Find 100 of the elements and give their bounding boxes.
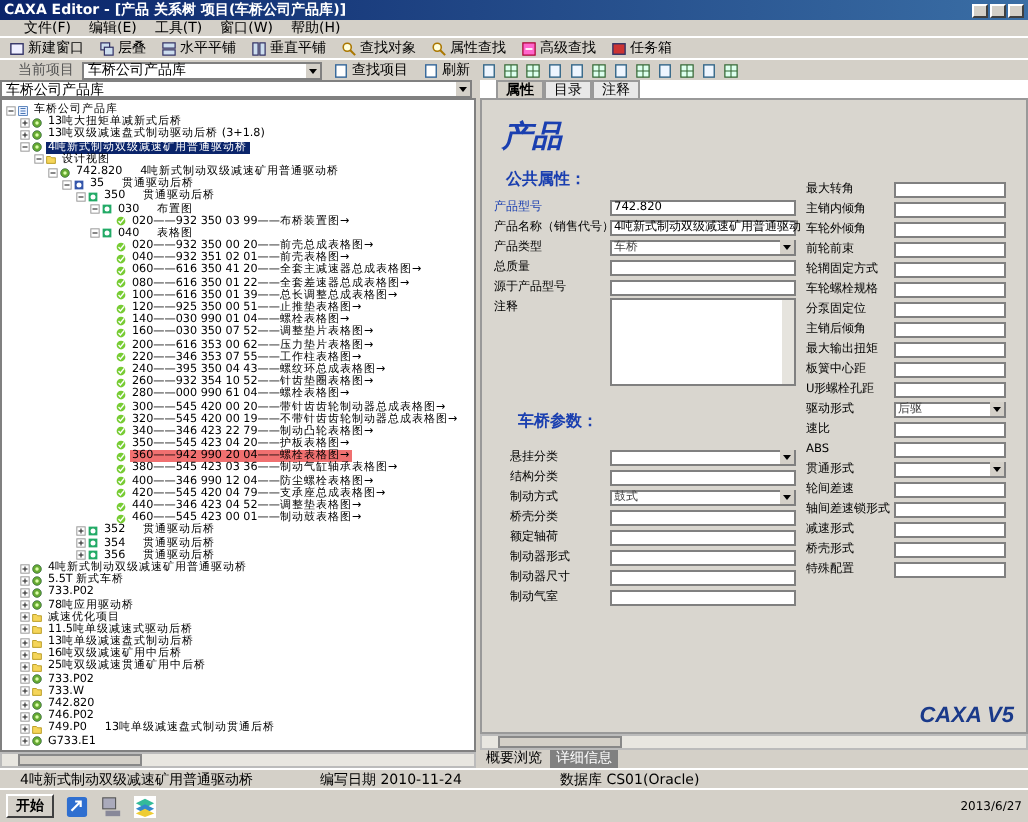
expander-icon[interactable] xyxy=(34,154,44,165)
input-field[interactable] xyxy=(894,541,1006,557)
expander-icon[interactable] xyxy=(20,711,30,722)
caret-icon[interactable] xyxy=(306,63,320,77)
horizontal-scrollbar[interactable] xyxy=(480,734,1028,750)
section-title: 车桥参数： xyxy=(518,410,600,432)
expander-icon[interactable] xyxy=(20,142,30,153)
caret-icon[interactable] xyxy=(990,462,1004,476)
search-icon xyxy=(342,41,356,55)
arrow-icon[interactable] xyxy=(66,795,88,817)
window-icon xyxy=(10,41,24,55)
grid-icon[interactable] xyxy=(636,63,650,77)
input-field[interactable] xyxy=(894,501,1006,517)
input-field[interactable] xyxy=(894,381,1006,397)
document-icon[interactable] xyxy=(614,63,628,77)
input-field[interactable] xyxy=(894,521,1006,537)
input-field[interactable] xyxy=(894,241,1006,257)
grid-icon[interactable] xyxy=(504,63,518,77)
input-field[interactable] xyxy=(894,361,1006,377)
expander-icon[interactable] xyxy=(76,538,86,549)
input-field[interactable] xyxy=(610,279,796,295)
expander-icon[interactable] xyxy=(20,117,30,128)
input-field[interactable] xyxy=(894,281,1006,297)
horizontal-scrollbar[interactable] xyxy=(0,752,476,768)
layers-icon[interactable] xyxy=(134,795,156,817)
input-field[interactable] xyxy=(894,181,1006,197)
expander-icon[interactable] xyxy=(20,600,30,611)
document-icon[interactable] xyxy=(658,63,672,77)
input-field[interactable] xyxy=(610,589,796,605)
horizontal-split-icon xyxy=(162,41,176,55)
input-field[interactable] xyxy=(894,221,1006,237)
input-field[interactable] xyxy=(894,261,1006,277)
expander-icon[interactable] xyxy=(20,686,30,697)
gear-icon xyxy=(60,167,70,178)
caret-icon[interactable] xyxy=(780,450,794,464)
expander-icon[interactable] xyxy=(20,129,30,140)
folder-icon xyxy=(32,686,42,697)
expander-icon[interactable] xyxy=(48,167,58,178)
input-field[interactable] xyxy=(894,481,1006,497)
expander-icon[interactable] xyxy=(62,179,72,190)
expander-icon[interactable] xyxy=(20,587,30,598)
expander-icon[interactable] xyxy=(90,204,100,215)
form-heading: 产品 xyxy=(502,118,565,156)
expander-icon[interactable] xyxy=(76,525,86,536)
section-title: 公共属性： xyxy=(506,168,588,190)
vertical-split-icon xyxy=(252,41,266,55)
minimize-button[interactable] xyxy=(972,3,988,17)
grid-icon[interactable] xyxy=(724,63,738,77)
expander-icon[interactable] xyxy=(20,699,30,710)
expander-icon[interactable] xyxy=(6,105,16,116)
caret-icon[interactable] xyxy=(990,402,1004,416)
maximize-button[interactable] xyxy=(990,3,1006,17)
gear-icon xyxy=(32,674,42,685)
grid-icon[interactable] xyxy=(592,63,606,77)
input-field[interactable] xyxy=(894,301,1006,317)
folder-icon xyxy=(46,154,56,165)
folder-icon xyxy=(32,723,42,734)
close-button[interactable] xyxy=(1008,3,1024,17)
input-field[interactable] xyxy=(894,441,1006,457)
square-icon xyxy=(88,191,98,202)
caret-icon[interactable] xyxy=(780,490,794,504)
input-field[interactable] xyxy=(894,421,1006,437)
expander-icon[interactable] xyxy=(20,637,30,648)
expander-icon[interactable] xyxy=(76,550,86,561)
grid-icon[interactable] xyxy=(680,63,694,77)
dropdown-field[interactable] xyxy=(894,461,1006,477)
expander-icon[interactable] xyxy=(20,736,30,747)
input-field[interactable] xyxy=(610,529,796,545)
grid-icon[interactable] xyxy=(526,63,540,77)
input-field[interactable] xyxy=(894,341,1006,357)
computer-icon[interactable] xyxy=(100,795,122,817)
input-field[interactable] xyxy=(894,201,1006,217)
document-icon xyxy=(424,63,438,77)
input-field[interactable] xyxy=(894,561,1006,577)
input-field[interactable] xyxy=(610,569,796,585)
dropdown-field[interactable] xyxy=(610,449,796,465)
expander-icon[interactable] xyxy=(20,662,30,673)
expander-icon[interactable] xyxy=(20,723,30,734)
list-icon xyxy=(18,105,28,116)
expander-icon[interactable] xyxy=(90,228,100,239)
input-field[interactable] xyxy=(610,469,796,485)
comment-field[interactable] xyxy=(610,298,796,386)
caret-icon[interactable] xyxy=(780,240,794,254)
document-icon xyxy=(334,63,348,77)
expander-icon[interactable] xyxy=(20,575,30,586)
logo: CAXA V5 xyxy=(919,704,1014,728)
expander-icon[interactable] xyxy=(20,612,30,623)
expander-icon[interactable] xyxy=(20,563,30,574)
document-icon[interactable] xyxy=(702,63,716,77)
expander-icon[interactable] xyxy=(76,191,86,202)
expander-icon[interactable] xyxy=(20,649,30,660)
caret-icon[interactable] xyxy=(456,82,470,96)
input-field[interactable] xyxy=(610,259,796,275)
input-field[interactable] xyxy=(610,549,796,565)
document-icon[interactable] xyxy=(482,63,496,77)
expander-icon[interactable] xyxy=(20,674,30,685)
search-icon xyxy=(432,41,446,55)
input-field[interactable] xyxy=(894,321,1006,337)
expander-icon[interactable] xyxy=(20,624,30,635)
input-field[interactable] xyxy=(610,509,796,525)
